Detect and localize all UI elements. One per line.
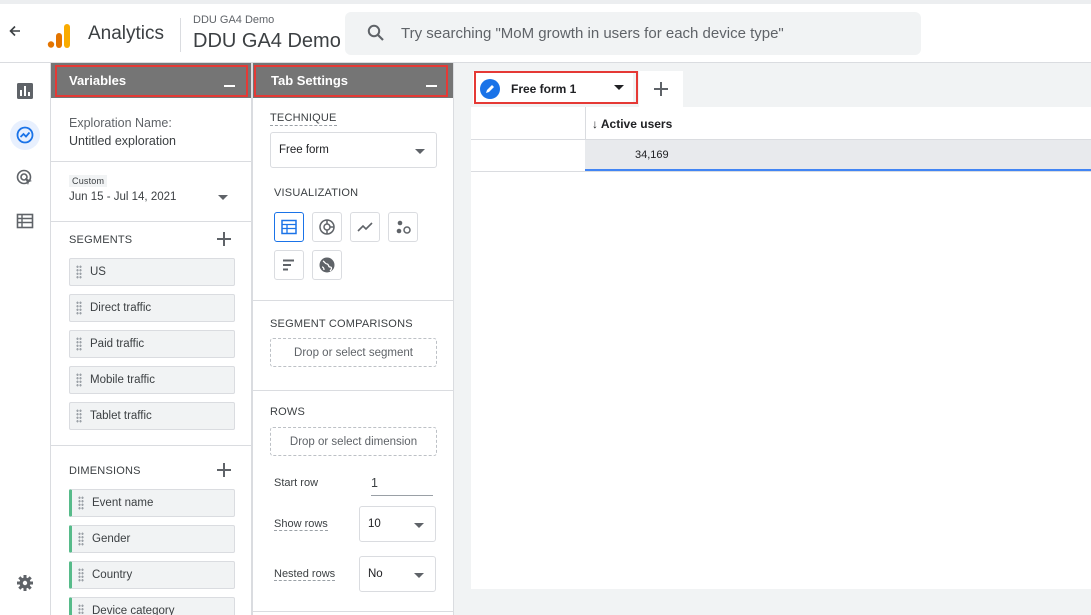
segment-chip[interactable]: US — [69, 258, 235, 286]
dimension-label: Gender — [92, 533, 131, 545]
section-divider — [51, 445, 251, 446]
segment-label: Tablet traffic — [90, 410, 152, 422]
column-header-label: Active users — [600, 117, 673, 131]
tab-settings-highlight — [254, 65, 448, 97]
technique-value: Free form — [279, 144, 329, 156]
add-tab-icon — [654, 82, 668, 96]
technique-label: TECHNIQUE — [270, 112, 337, 126]
segment-chip[interactable]: Direct traffic — [69, 294, 235, 322]
dimensions-title: DIMENSIONS — [69, 465, 141, 477]
dimension-chip[interactable]: Country — [69, 561, 235, 589]
search-input[interactable] — [401, 12, 901, 55]
drag-handle-icon[interactable] — [76, 337, 82, 351]
add-tab-button[interactable] — [639, 71, 683, 107]
drag-handle-icon[interactable] — [78, 604, 84, 615]
show-rows-value: 10 — [368, 518, 381, 530]
segment-chip[interactable]: Mobile traffic — [69, 366, 235, 394]
drag-handle-icon[interactable] — [76, 373, 82, 387]
drag-handle-icon[interactable] — [78, 532, 84, 546]
dimension-label: Device category — [92, 605, 175, 615]
date-tag: Custom — [69, 175, 108, 187]
add-segment-icon[interactable] — [217, 232, 231, 246]
explore-icon[interactable] — [10, 120, 40, 150]
exploration-name-input[interactable]: Untitled exploration — [69, 134, 176, 148]
total-value: 34,169 — [635, 149, 669, 161]
segments-title: SEGMENTS — [69, 234, 133, 246]
header-divider — [180, 18, 181, 52]
drag-handle-icon[interactable] — [78, 496, 84, 510]
section-divider — [253, 611, 453, 612]
configure-icon[interactable] — [10, 206, 40, 236]
dimension-label: Event name — [92, 497, 154, 509]
show-rows-select[interactable]: 10 — [359, 506, 436, 542]
segment-label: Paid traffic — [90, 338, 145, 350]
nested-rows-select[interactable]: No — [359, 556, 436, 592]
dimension-chip[interactable]: Event name — [69, 489, 235, 517]
reports-icon[interactable] — [10, 76, 40, 106]
dimension-chip[interactable]: Gender — [69, 525, 235, 553]
add-dimension-icon[interactable] — [217, 463, 231, 477]
variables-panel: Variables Exploration Name: Untitled exp… — [50, 63, 252, 615]
tab-settings-panel: Tab Settings TECHNIQUE Free form VISUALI… — [252, 63, 454, 615]
app-name: Analytics — [88, 23, 165, 44]
drag-handle-icon[interactable] — [76, 265, 82, 279]
date-dropdown-icon[interactable] — [218, 195, 228, 200]
nested-rows-dropdown-icon[interactable] — [414, 573, 424, 578]
date-range[interactable]: Jun 15 - Jul 14, 2021 — [69, 191, 176, 203]
totals-row: 34,169 — [471, 140, 1091, 172]
start-row-input[interactable]: 1 — [371, 476, 433, 496]
account-name[interactable]: DDU GA4 Demo — [193, 14, 274, 26]
column-header-active-users[interactable]: ↓ Active users — [585, 107, 1091, 140]
technique-select[interactable]: Free form — [270, 132, 437, 168]
tab-highlight — [474, 71, 638, 104]
show-rows-label: Show rows — [274, 518, 328, 531]
exploration-canvas: Free form 1 ↓ Active users 34,169 — [454, 63, 1091, 615]
settings-icon[interactable] — [10, 568, 40, 598]
total-active-users-cell[interactable]: 34,169 — [585, 140, 1091, 171]
advertising-icon[interactable] — [10, 163, 40, 193]
rows-label: ROWS — [270, 406, 306, 418]
property-name[interactable]: DDU GA4 Demo — [193, 30, 341, 53]
free-form-table: ↓ Active users 34,169 — [471, 107, 1091, 589]
dimension-drop-zone[interactable]: Drop or select dimension — [270, 427, 437, 456]
segment-label: Direct traffic — [90, 302, 152, 314]
segment-chip[interactable]: Paid traffic — [69, 330, 235, 358]
section-divider — [253, 300, 453, 301]
left-navigation — [0, 63, 50, 615]
exploration-name-label: Exploration Name: — [69, 116, 172, 130]
search-bar[interactable] — [345, 12, 921, 55]
nested-rows-value: No — [368, 568, 383, 580]
section-divider — [253, 390, 453, 391]
variables-highlight — [55, 65, 248, 97]
segment-comparisons-label: SEGMENT COMPARISONS — [270, 318, 413, 330]
table-icon[interactable] — [274, 212, 304, 242]
top-bar: Analytics DDU GA4 Demo DDU GA4 Demo — [0, 0, 1091, 63]
line-chart-icon[interactable] — [350, 212, 380, 242]
sort-descending-icon[interactable]: ↓ — [592, 117, 598, 131]
table-header-row: ↓ Active users — [471, 107, 1091, 140]
segment-label: Mobile traffic — [90, 374, 155, 386]
drag-handle-icon[interactable] — [76, 301, 82, 315]
donut-chart-icon[interactable] — [312, 212, 342, 242]
search-icon — [367, 24, 385, 42]
back-arrow-icon[interactable] — [6, 24, 24, 42]
analytics-logo-icon[interactable] — [46, 23, 72, 49]
nested-rows-label: Nested rows — [274, 568, 336, 581]
dimension-chip[interactable]: Device category — [69, 597, 235, 615]
segment-label: US — [90, 266, 106, 278]
visualization-label: VISUALIZATION — [274, 187, 359, 199]
start-row-label: Start row — [274, 477, 319, 489]
section-divider — [51, 221, 251, 222]
scatter-plot-icon[interactable] — [388, 212, 418, 242]
dimension-label: Country — [92, 569, 133, 581]
section-divider — [51, 161, 251, 162]
bar-chart-icon[interactable] — [274, 250, 304, 280]
show-rows-dropdown-icon[interactable] — [414, 523, 424, 528]
drag-handle-icon[interactable] — [76, 409, 82, 423]
segment-drop-zone[interactable]: Drop or select segment — [270, 338, 437, 367]
segment-chip[interactable]: Tablet traffic — [69, 402, 235, 430]
drag-handle-icon[interactable] — [78, 568, 84, 582]
geo-map-icon[interactable] — [312, 250, 342, 280]
technique-dropdown-icon[interactable] — [415, 149, 425, 154]
